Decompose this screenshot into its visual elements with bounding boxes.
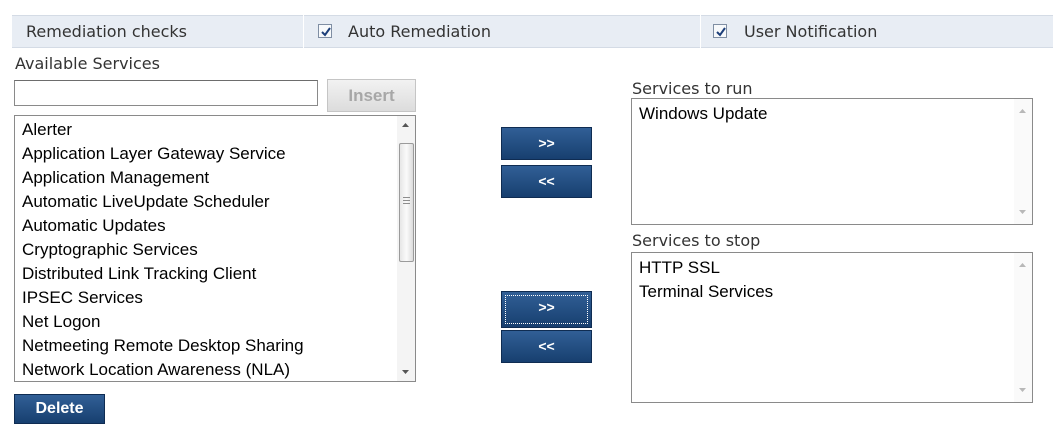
scroll-up-arrow-icon[interactable] bbox=[1014, 257, 1031, 274]
remediation-checks-label: Remediation checks bbox=[26, 22, 187, 41]
list-item[interactable]: Application Layer Gateway Service bbox=[22, 143, 286, 165]
delete-button[interactable]: Delete bbox=[14, 394, 105, 424]
remove-from-run-button[interactable]: << bbox=[501, 165, 592, 198]
focus-ring bbox=[505, 295, 588, 324]
stop-list-scrollbar[interactable] bbox=[1014, 253, 1032, 402]
user-notification-label[interactable]: User Notification bbox=[744, 15, 877, 48]
services-to-stop-label: Services to stop bbox=[632, 231, 761, 250]
list-item[interactable]: Cryptographic Services bbox=[22, 239, 198, 261]
auto-remediation-checkbox[interactable] bbox=[318, 24, 332, 38]
add-to-stop-button[interactable]: >> bbox=[501, 291, 592, 328]
scroll-down-arrow-icon[interactable] bbox=[1014, 203, 1031, 220]
list-item[interactable]: HTTP SSL bbox=[639, 257, 720, 279]
available-list-scrollbar[interactable] bbox=[397, 116, 415, 381]
scrollbar-thumb[interactable] bbox=[399, 143, 414, 262]
list-item[interactable]: Windows Update bbox=[639, 103, 768, 125]
list-item[interactable]: Distributed Link Tracking Client bbox=[22, 263, 256, 285]
available-services-label: Available Services bbox=[15, 54, 160, 73]
auto-remediation-label[interactable]: Auto Remediation bbox=[348, 15, 491, 48]
list-item[interactable]: Alerter bbox=[22, 119, 72, 141]
scroll-up-arrow-icon[interactable] bbox=[397, 117, 414, 134]
list-item[interactable]: Netmeeting Remote Desktop Sharing bbox=[22, 335, 304, 357]
list-item[interactable]: Application Management bbox=[22, 167, 209, 189]
run-list-scrollbar[interactable] bbox=[1014, 99, 1032, 224]
list-item[interactable]: Net Logon bbox=[22, 311, 100, 333]
checkmark-icon bbox=[716, 27, 726, 37]
available-services-list[interactable]: Alerter Application Layer Gateway Servic… bbox=[14, 115, 416, 382]
checkmark-icon bbox=[321, 27, 331, 37]
header-divider bbox=[303, 15, 304, 48]
list-item[interactable]: IPSEC Services bbox=[22, 287, 143, 309]
add-to-run-button[interactable]: >> bbox=[501, 127, 592, 160]
scroll-up-arrow-icon[interactable] bbox=[1014, 103, 1031, 120]
service-search-input[interactable] bbox=[14, 80, 318, 106]
services-to-run-list[interactable]: Windows Update bbox=[631, 98, 1033, 225]
scroll-down-arrow-icon[interactable] bbox=[1014, 381, 1031, 398]
user-notification-checkbox[interactable] bbox=[713, 24, 727, 38]
insert-button[interactable]: Insert bbox=[327, 79, 416, 112]
services-to-run-label: Services to run bbox=[632, 79, 753, 98]
services-to-stop-list[interactable]: HTTP SSL Terminal Services bbox=[631, 252, 1033, 403]
list-item[interactable]: Automatic LiveUpdate Scheduler bbox=[22, 191, 270, 213]
list-item[interactable]: Network Location Awareness (NLA) bbox=[22, 359, 290, 381]
remove-from-stop-button[interactable]: << bbox=[501, 330, 592, 363]
list-item[interactable]: Terminal Services bbox=[639, 281, 773, 303]
header-divider bbox=[700, 15, 701, 48]
scroll-down-arrow-icon[interactable] bbox=[397, 363, 414, 380]
list-item[interactable]: Automatic Updates bbox=[22, 215, 166, 237]
